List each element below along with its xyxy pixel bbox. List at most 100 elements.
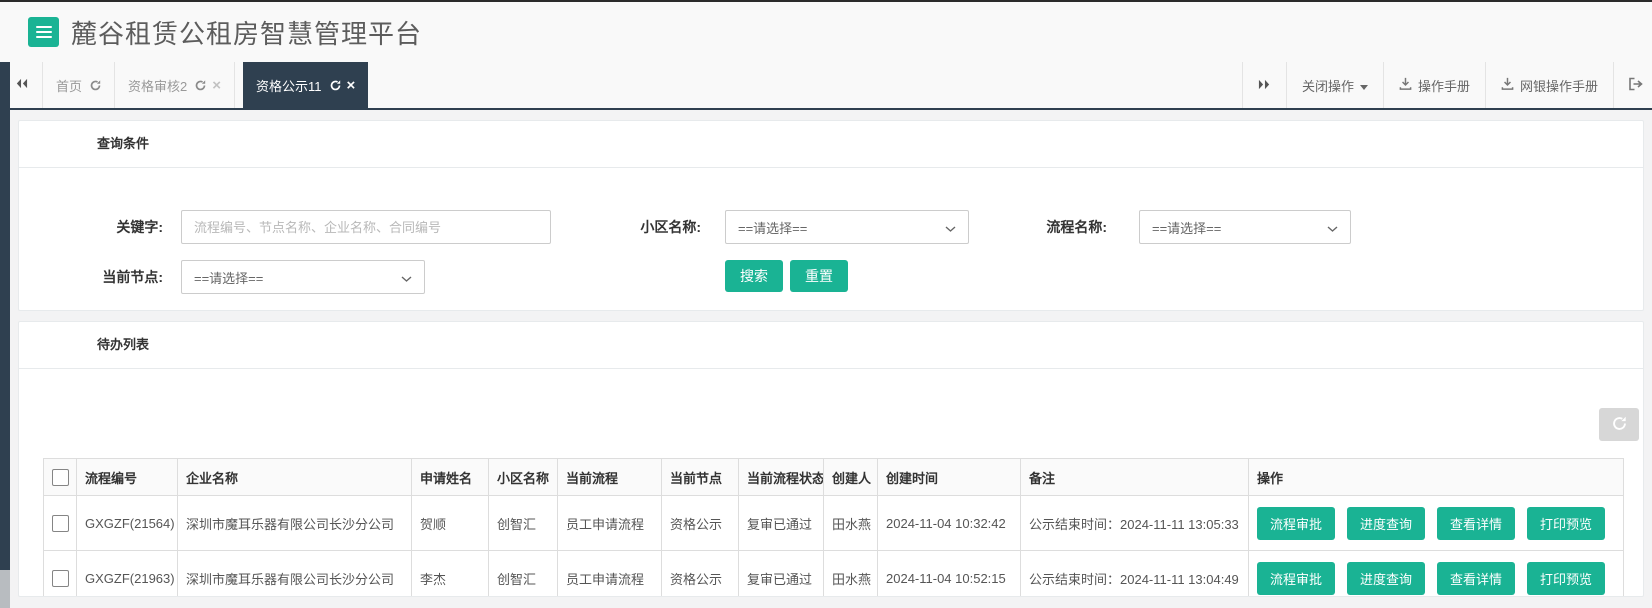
close-icon[interactable]: × — [347, 78, 356, 93]
row-action-button-2[interactable]: 查看详情 — [1437, 506, 1516, 540]
cell-code: GXGZF(21564) — [76, 495, 178, 551]
tabbar-actions: 关闭操作 操作手册 网银操作手册 — [1241, 62, 1652, 108]
column-header: 申请姓名 — [411, 458, 489, 496]
row-select-cell — [43, 495, 77, 551]
query-form: 关键字: 小区名称: ==请选择== 流程名称: ==请选择== 当前节点: =… — [19, 168, 1643, 310]
current-node-select[interactable]: ==请选择== — [181, 260, 425, 294]
cell-node: 资格公示 — [661, 495, 739, 551]
tab-label: 资格审核2 — [128, 78, 188, 94]
chevron-down-icon — [1327, 220, 1338, 235]
keyword-input[interactable] — [181, 210, 551, 244]
cell-process: 员工申请流程 — [557, 550, 662, 596]
todo-panel-title: 待办列表 — [19, 322, 1643, 369]
process-name-label: 流程名称: — [1046, 219, 1107, 235]
select-all-cell — [43, 458, 77, 496]
sign-out-icon — [1628, 77, 1644, 94]
search-button[interactable]: 搜索 — [725, 260, 783, 292]
refresh-icon — [1612, 416, 1627, 434]
tab-label: 资格公示11 — [256, 78, 322, 94]
process-name-select[interactable]: ==请选择== — [1139, 210, 1351, 244]
column-header: 流程编号 — [76, 458, 178, 496]
chevron-down-icon — [945, 220, 956, 235]
cell-community: 创智汇 — [488, 550, 558, 596]
tab-item-1[interactable]: 资格审核2 × — [115, 62, 236, 108]
tab-item-2[interactable]: 资格公示11 × — [243, 62, 369, 108]
todo-panel: 待办列表 流程编号 企业名称 申请姓名 小区名称 当前流程 当前节点 当前流程状态 创建人 创建… — [18, 321, 1644, 597]
cell-community: 创智汇 — [488, 495, 558, 551]
main-content: 查询条件 关键字: 小区名称: ==请选择== 流程名称: ==请选择== 当前… — [10, 110, 1652, 598]
chevron-down-icon — [401, 270, 412, 285]
refresh-icon[interactable] — [195, 79, 206, 91]
row-action-button-3[interactable]: 打印预览 — [1527, 506, 1606, 540]
refresh-icon[interactable] — [330, 79, 341, 91]
collapsed-sidebar[interactable] — [0, 62, 10, 608]
tab-item-0[interactable]: 首页 — [42, 62, 116, 108]
cell-remark: 公示结束时间：2024-11-11 13:05:33 — [1020, 495, 1249, 551]
cell-created: 2024-11-04 10:32:42 — [877, 495, 1021, 551]
row-action-button-0[interactable]: 流程审批 — [1257, 506, 1336, 540]
double-chevron-right-icon — [1258, 78, 1271, 93]
column-header: 当前流程状态 — [738, 458, 824, 496]
reset-button[interactable]: 重置 — [790, 260, 848, 292]
sign-out-button[interactable] — [1613, 62, 1652, 108]
cell-creator: 田水燕 — [823, 495, 878, 551]
operation-manual-link[interactable]: 操作手册 — [1382, 62, 1485, 108]
caret-down-icon — [1359, 78, 1368, 93]
row-checkbox[interactable] — [51, 569, 69, 587]
row-select-cell — [43, 550, 77, 596]
row-action-button-3[interactable]: 打印预览 — [1527, 561, 1606, 595]
column-header: 创建时间 — [877, 458, 1021, 496]
row-action-button-1[interactable]: 进度查询 — [1347, 561, 1426, 595]
cell-actions: 流程审批 进度查询 查看详情 打印预览 — [1248, 550, 1624, 596]
operation-manual-label: 操作手册 — [1417, 78, 1470, 94]
close-operations-dropdown[interactable]: 关闭操作 — [1285, 62, 1383, 108]
tab-label: 首页 — [56, 78, 83, 94]
open-tabs: 首页 资格审核2 × 资格公示11 × — [42, 62, 369, 108]
row-checkbox[interactable] — [51, 514, 69, 532]
select-value: ==请选择== — [738, 220, 808, 236]
column-header: 当前流程 — [557, 458, 662, 496]
column-header: 备注 — [1020, 458, 1249, 496]
community-name-select[interactable]: ==请选择== — [725, 210, 969, 244]
row-action-button-1[interactable]: 进度查询 — [1347, 506, 1426, 540]
bank-manual-label: 网银操作手册 — [1519, 78, 1598, 94]
cell-code: GXGZF(21963) — [76, 550, 178, 596]
download-icon — [1501, 77, 1514, 93]
app-header: 麓谷租赁公租房智慧管理平台 — [0, 2, 1652, 62]
bank-manual-link[interactable]: 网银操作手册 — [1484, 62, 1613, 108]
hamburger-icon — [35, 26, 52, 38]
cell-applicant: 贺顺 — [411, 495, 489, 551]
query-panel: 查询条件 关键字: 小区名称: ==请选择== 流程名称: ==请选择== 当前… — [18, 120, 1644, 311]
select-all-checkbox[interactable] — [51, 468, 69, 486]
column-header: 企业名称 — [177, 458, 412, 496]
row-action-button-2[interactable]: 查看详情 — [1437, 561, 1516, 595]
query-panel-title: 查询条件 — [19, 121, 1643, 168]
tab-bar: 首页 资格审核2 × 资格公示11 × 关闭操作 操作手册 网银操作手册 — [0, 62, 1652, 110]
column-header: 操作 — [1248, 458, 1624, 496]
close-icon[interactable]: × — [212, 78, 221, 93]
double-chevron-left-icon — [15, 76, 28, 94]
cell-created: 2024-11-04 10:52:15 — [877, 550, 1021, 596]
sidebar-scrollbar-thumb[interactable] — [0, 570, 10, 608]
cell-company: 深圳市魔耳乐器有限公司长沙分公司 — [177, 495, 412, 551]
table-header-row: 流程编号 企业名称 申请姓名 小区名称 当前流程 当前节点 当前流程状态 创建人 创建时间 备注操… — [43, 458, 1624, 496]
download-icon — [1399, 77, 1412, 93]
keyword-label: 关键字: — [116, 219, 163, 235]
refresh-icon[interactable] — [90, 79, 101, 91]
cell-actions: 流程审批 进度查询 查看详情 打印预览 — [1248, 495, 1624, 551]
app-title: 麓谷租赁公租房智慧管理平台 — [71, 18, 423, 49]
menu-toggle-button[interactable] — [28, 17, 59, 47]
row-action-button-0[interactable]: 流程审批 — [1257, 561, 1336, 595]
scroll-tabs-right-button[interactable] — [1241, 62, 1286, 108]
cell-node: 资格公示 — [661, 550, 739, 596]
cell-status: 复审已通过 — [738, 550, 824, 596]
refresh-list-button[interactable] — [1599, 408, 1639, 441]
todo-table-wrapper: 流程编号 企业名称 申请姓名 小区名称 当前流程 当前节点 当前流程状态 创建人 创建时间 备注操… — [19, 458, 1643, 596]
todo-table: 流程编号 企业名称 申请姓名 小区名称 当前流程 当前节点 当前流程状态 创建人 创建时间 备注操… — [43, 458, 1624, 596]
cell-process: 员工申请流程 — [557, 495, 662, 551]
current-node-label: 当前节点: — [102, 269, 163, 285]
cell-company: 深圳市魔耳乐器有限公司长沙分公司 — [177, 550, 412, 596]
community-name-label: 小区名称: — [640, 219, 701, 235]
close-operations-label: 关闭操作 — [1301, 78, 1354, 94]
select-value: ==请选择== — [1152, 220, 1222, 236]
